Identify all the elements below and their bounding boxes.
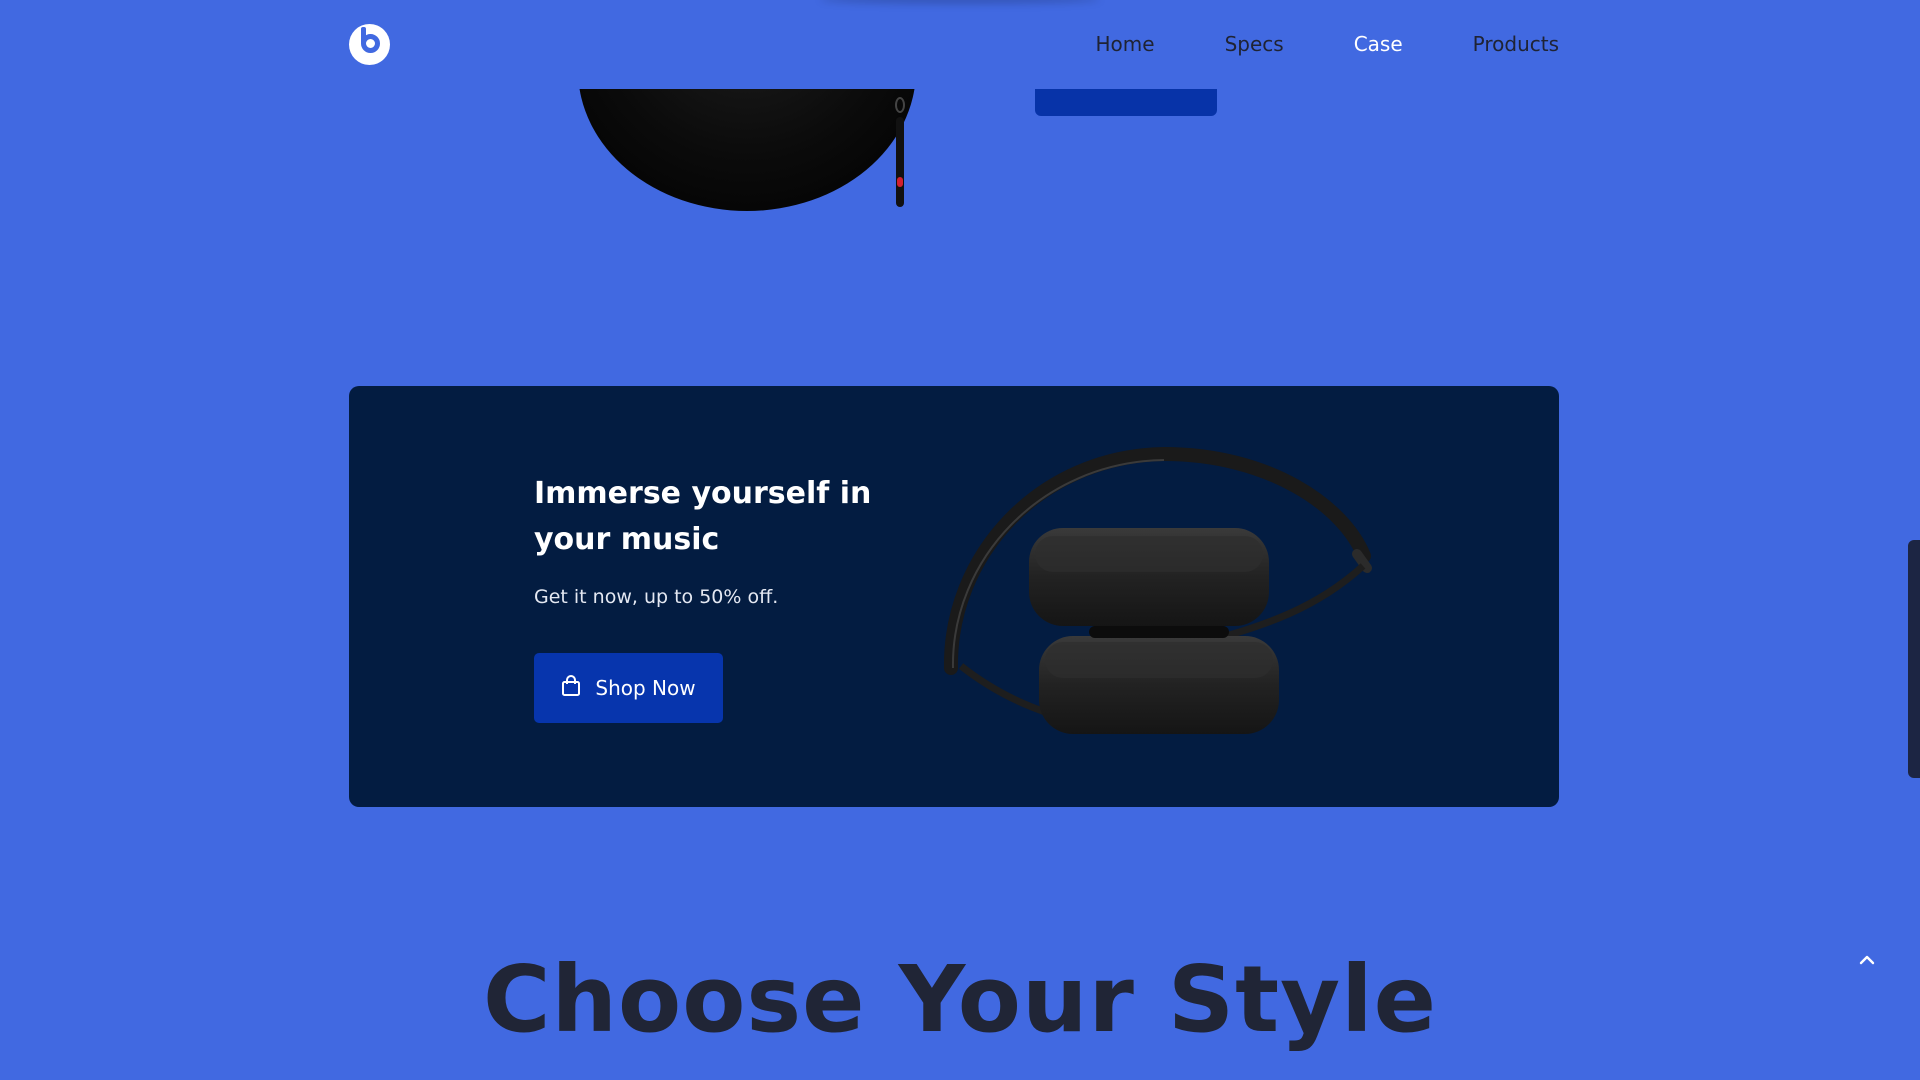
promo-subtitle: Get it now, up to 50% off. xyxy=(534,586,779,608)
zipper-pull xyxy=(895,97,905,207)
headphones-image xyxy=(943,446,1372,734)
headphone-case-image xyxy=(578,89,916,211)
shopping-bag-icon xyxy=(561,674,581,702)
choose-style-heading-text: Choose Your Style xyxy=(482,946,1438,1053)
promo-card: Immerse yourself in your music Get it no… xyxy=(349,386,1559,807)
main-nav: Home Specs Case Products xyxy=(1096,32,1560,56)
promo-title: Immerse yourself in your music xyxy=(534,476,872,557)
chevron-up-icon xyxy=(1855,955,1879,976)
back-to-top-button[interactable] xyxy=(1855,948,1879,972)
site-header: Home Specs Case Products xyxy=(0,0,1920,89)
shop-now-button[interactable]: Shop Now xyxy=(534,653,723,723)
nav-home[interactable]: Home xyxy=(1096,32,1155,56)
nav-specs[interactable]: Specs xyxy=(1225,32,1284,56)
beats-logo[interactable] xyxy=(349,24,390,65)
nav-case[interactable]: Case xyxy=(1354,32,1403,56)
shop-now-label: Shop Now xyxy=(595,676,696,700)
choose-style-heading: Choose Your Style xyxy=(0,954,1920,1046)
scrollbar-thumb[interactable] xyxy=(1908,540,1920,778)
nav-products[interactable]: Products xyxy=(1473,32,1559,56)
